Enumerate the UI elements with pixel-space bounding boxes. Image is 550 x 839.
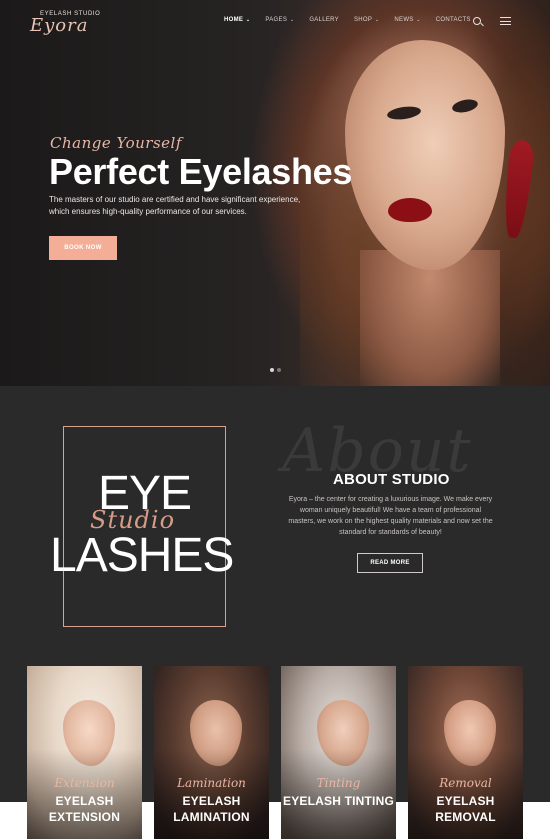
service-title: EYELASH TINTING <box>282 794 394 808</box>
services-section: Extension EYELASH EXTENSION Lamination E… <box>0 666 550 839</box>
logo-wordmark: Eyora <box>30 15 89 36</box>
about-word-lashes: LASHES <box>50 529 234 582</box>
service-card-tinting[interactable]: Tinting EYELASH TINTING <box>281 666 396 839</box>
service-title: EYELASH LAMINATION <box>173 794 250 824</box>
service-script: Extension <box>54 776 115 790</box>
nav-item-gallery[interactable]: GALLERY <box>309 17 339 23</box>
nav-item-shop[interactable]: SHOP ⌄ <box>354 17 379 23</box>
slider-pagination <box>270 368 281 372</box>
nav-item-news[interactable]: NEWS ⌄ <box>394 17 420 23</box>
nav-item-home[interactable]: HOME ⌄ <box>224 17 250 23</box>
service-script: Tinting <box>316 776 361 790</box>
hamburger-menu-icon[interactable] <box>500 17 511 25</box>
read-more-button[interactable]: READ MORE <box>357 553 423 573</box>
hero-title: Perfect Eyelashes <box>49 151 353 192</box>
hero-model-neck <box>360 250 500 386</box>
book-now-button[interactable]: BOOK NOW <box>49 236 117 260</box>
nav-item-contacts[interactable]: CONTACTS <box>436 17 471 23</box>
service-script: Lamination <box>177 776 246 790</box>
about-word-studio: Studio <box>90 506 176 534</box>
service-card-extension[interactable]: Extension EYELASH EXTENSION <box>27 666 142 839</box>
hero-description: The masters of our studio are certified … <box>49 195 301 216</box>
about-description: Eyora – the center for creating a luxuri… <box>288 496 493 536</box>
search-icon[interactable] <box>473 17 481 25</box>
service-script: Removal <box>439 776 492 790</box>
about-title: ABOUT STUDIO <box>333 471 450 488</box>
slider-dot[interactable] <box>270 368 274 372</box>
slider-dot[interactable] <box>277 368 281 372</box>
hero-banner: EYELASH STUDIO Eyora HOME ⌄ PAGES ⌄ GALL… <box>0 0 550 386</box>
about-section: EYE LASHES Studio About ABOUT STUDIO Eyo… <box>0 386 550 666</box>
chevron-down-icon: ⌄ <box>288 17 295 23</box>
service-title: EYELASH EXTENSION <box>48 794 121 824</box>
chevron-down-icon: ⌄ <box>244 17 251 23</box>
service-card-lamination[interactable]: Lamination EYELASH LAMINATION <box>154 666 269 839</box>
service-card-removal[interactable]: Removal EYELASH REMOVAL <box>408 666 523 839</box>
chevron-down-icon: ⌄ <box>414 17 421 23</box>
service-title: EYELASH REMOVAL <box>435 794 496 824</box>
chevron-down-icon: ⌄ <box>373 17 380 23</box>
nav-item-pages[interactable]: PAGES ⌄ <box>265 17 294 23</box>
main-nav: HOME ⌄ PAGES ⌄ GALLERY SHOP ⌄ NEWS ⌄ CON… <box>224 17 486 23</box>
hero-model-lips <box>388 198 432 222</box>
hero-subtitle: Change Yourself <box>50 134 182 152</box>
